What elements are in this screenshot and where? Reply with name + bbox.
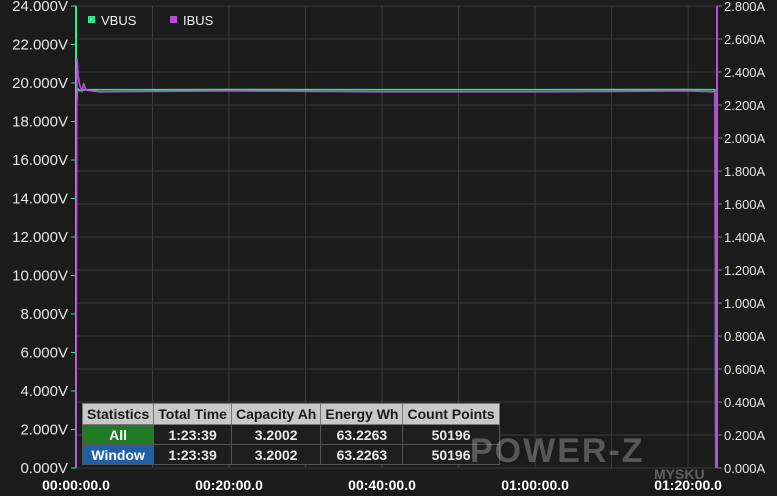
stats-header: Statistics — [81, 403, 155, 425]
stats-header: Capacity Ah — [230, 403, 322, 425]
y-left-tick-label: 2.000V — [20, 422, 68, 439]
y-right-tick-label: 0.800A — [724, 329, 766, 344]
y-left-tick-label: 20.000V — [12, 75, 68, 92]
y-left-tick-label: 24.000V — [12, 0, 68, 15]
y-left-tick-label: 8.000V — [20, 306, 68, 323]
y-left-tick-label: 6.000V — [20, 345, 68, 362]
y-right-tick-label: 0.000A — [724, 461, 766, 476]
stats-header: Total Time — [153, 403, 232, 425]
y-right-tick-label: 0.600A — [724, 362, 766, 377]
y-right-tick-label: 0.200A — [724, 428, 766, 443]
x-tick-label: 00:00:00.0 — [42, 477, 110, 493]
legend-label-ibus: IBUS — [183, 13, 214, 28]
stats-cell: 63.2263 — [320, 444, 404, 465]
y-right-tick-label: 1.600A — [724, 197, 766, 212]
y-right-tick-label: 0.400A — [724, 395, 766, 410]
stats-cell: 1:23:39 — [153, 424, 232, 445]
stats-cell: 3.2002 — [230, 424, 322, 445]
y-right-tick-label: 1.000A — [724, 296, 766, 311]
stats-row-window: Window 1:23:39 3.2002 63.2263 50196 — [81, 444, 500, 465]
statistics-table: Statistics Total Time Capacity Ah Energy… — [81, 403, 500, 465]
power-z-watermark: POWER-Z — [470, 432, 645, 470]
y-left-tick-label: 22.000V — [12, 37, 68, 54]
stats-header: Count Points — [402, 403, 500, 425]
stats-label-window[interactable]: Window — [81, 444, 155, 465]
y-right-tick-label: 2.800A — [724, 0, 766, 14]
y-left-tick-label: 14.000V — [12, 191, 68, 208]
stats-label-all[interactable]: All — [81, 424, 155, 445]
y-left-tick-label: 0.000V — [20, 460, 68, 477]
y-right-tick-label: 2.400A — [724, 65, 766, 80]
x-tick-label: 00:40:00.0 — [348, 477, 416, 493]
y-right-tick-label: 1.800A — [724, 164, 766, 179]
stats-cell: 3.2002 — [230, 444, 322, 465]
stats-cell: 63.2263 — [320, 424, 404, 445]
y-right-tick-label: 1.400A — [724, 230, 766, 245]
stats-header: Energy Wh — [320, 403, 404, 425]
mysku-watermark: MYSKU — [654, 466, 705, 482]
y-left-tick-label: 18.000V — [12, 114, 68, 131]
y-left-tick-label: 12.000V — [12, 229, 68, 246]
x-tick-label: 00:20:00.0 — [195, 477, 263, 493]
stats-cell: 1:23:39 — [153, 444, 232, 465]
y-right-tick-label: 2.200A — [724, 98, 766, 113]
stats-row-all: All 1:23:39 3.2002 63.2263 50196 — [81, 424, 500, 445]
stats-header-row: Statistics Total Time Capacity Ah Energy… — [81, 403, 500, 425]
y-left-tick-label: 4.000V — [20, 383, 68, 400]
legend-swatch-ibus — [170, 16, 177, 23]
y-right-tick-label: 1.200A — [724, 263, 766, 278]
legend-label-vbus: VBUS — [101, 13, 137, 28]
y-left-tick-label: 10.000V — [12, 268, 68, 285]
x-tick-label: 01:00:00.0 — [501, 477, 569, 493]
legend-swatch-vbus — [88, 16, 95, 23]
y-left-tick-label: 16.000V — [12, 152, 68, 169]
y-right-tick-label: 2.600A — [724, 32, 766, 47]
y-right-tick-label: 2.000A — [724, 131, 766, 146]
